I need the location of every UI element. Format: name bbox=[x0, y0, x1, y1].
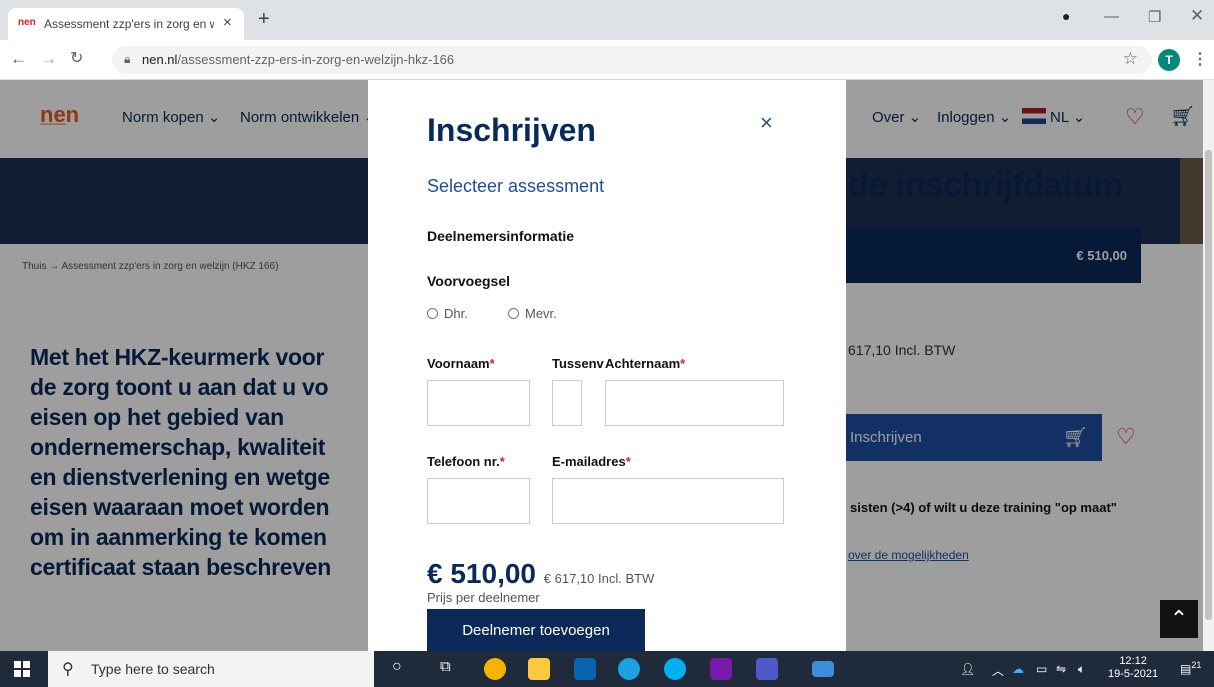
teams-icon[interactable] bbox=[756, 658, 778, 680]
tussenvoegsel-label: Tussenv bbox=[552, 356, 604, 371]
restore-icon[interactable]: ❐ bbox=[1148, 8, 1161, 26]
add-participant-button[interactable]: Deelnemer toevoegen bbox=[427, 609, 645, 651]
close-window-icon[interactable]: ✕ bbox=[1190, 6, 1204, 26]
prefix-label: Voorvoegsel bbox=[427, 273, 510, 289]
url-path: /assessment-zzp-ers-in-zorg-en-welzijn-h… bbox=[177, 52, 455, 67]
back-icon[interactable]: ← bbox=[10, 50, 27, 68]
close-icon[interactable]: × bbox=[760, 110, 773, 136]
url-text: nen.nl/assessment-zzp-ers-in-zorg-en-wel… bbox=[142, 52, 454, 67]
achternaam-input[interactable] bbox=[605, 380, 784, 426]
file-explorer-icon[interactable] bbox=[528, 658, 550, 680]
section-heading: Deelnemersinformatie bbox=[427, 228, 575, 244]
new-tab-button[interactable]: + bbox=[258, 9, 270, 29]
people-icon[interactable]: 👤︎ bbox=[960, 662, 975, 676]
modal-subtitle[interactable]: Selecteer assessment bbox=[427, 176, 604, 197]
taskbar-clock[interactable]: 12:12 19-5-2021 bbox=[1108, 655, 1158, 681]
skype-icon[interactable] bbox=[664, 658, 686, 680]
edge-icon[interactable] bbox=[618, 658, 640, 680]
price-per-participant: Prijs per deelnemer bbox=[427, 590, 540, 605]
network-icon[interactable]: ⇋ bbox=[1056, 662, 1066, 676]
onedrive-icon[interactable]: ☁ bbox=[1012, 662, 1024, 676]
task-view-icon[interactable]: ⧉ bbox=[440, 658, 451, 675]
clock-time: 12:12 bbox=[1119, 655, 1147, 667]
lock-icon: 🔒︎ bbox=[124, 52, 131, 66]
voornaam-input[interactable] bbox=[427, 380, 530, 426]
radio-circle-icon bbox=[427, 308, 438, 319]
voornaam-label: Voornaam* bbox=[427, 356, 495, 371]
clock-date: 19-5-2021 bbox=[1108, 668, 1159, 680]
windows-start-icon[interactable] bbox=[14, 661, 30, 677]
radio-circle-icon bbox=[508, 308, 519, 319]
taskbar-search[interactable]: ⚲ Type here to search bbox=[48, 651, 374, 687]
chrome-icon[interactable] bbox=[484, 658, 506, 680]
email-label: E-mailadres* bbox=[552, 454, 631, 469]
radio-dhr-label: Dhr. bbox=[444, 306, 468, 321]
tussenvoegsel-input[interactable] bbox=[552, 380, 582, 426]
search-icon: ⚲ bbox=[62, 661, 74, 678]
profile-indicator-icon[interactable]: ● bbox=[1062, 8, 1070, 24]
telefoon-input[interactable] bbox=[427, 478, 530, 524]
forward-icon[interactable]: → bbox=[40, 50, 57, 68]
reload-icon[interactable]: ↻ bbox=[70, 50, 83, 68]
address-bar[interactable]: 🔒︎ nen.nl/assessment-zzp-ers-in-zorg-en-… bbox=[112, 46, 1152, 74]
scrollbar-thumb[interactable] bbox=[1205, 150, 1212, 620]
price-incl-btw: € 617,10 Incl. BTW bbox=[543, 571, 655, 586]
radio-mevr-label: Mevr. bbox=[525, 306, 557, 321]
volume-icon[interactable]: 🔈︎ bbox=[1078, 662, 1085, 677]
app-window-icon[interactable] bbox=[812, 661, 834, 677]
nen-favicon-icon: nen bbox=[18, 17, 36, 28]
radio-mevr[interactable]: Mevr. bbox=[508, 306, 557, 321]
cortana-icon[interactable]: ○ bbox=[392, 658, 402, 676]
search-placeholder: Type here to search bbox=[91, 661, 215, 677]
minimize-icon[interactable]: — bbox=[1104, 8, 1119, 25]
bookmark-star-icon[interactable]: ☆ bbox=[1123, 49, 1138, 69]
modal-title: Inschrijven bbox=[427, 112, 596, 148]
telefoon-label: Telefoon nr.* bbox=[427, 454, 505, 469]
menu-dots-icon[interactable]: ⋮ bbox=[1192, 49, 1208, 69]
browser-tab[interactable]: nen Assessment zzp'ers in zorg en welzij… bbox=[8, 8, 244, 40]
url-domain: nen.nl bbox=[142, 52, 178, 67]
email-input[interactable] bbox=[552, 478, 784, 524]
modal-price: € 510,00 € 617,10 Incl. BTW bbox=[427, 558, 654, 590]
scroll-to-top-button[interactable]: ⌃ bbox=[1160, 600, 1198, 638]
achternaam-label: Achternaam* bbox=[605, 356, 686, 371]
battery-icon[interactable]: ▭ bbox=[1036, 662, 1047, 676]
price-value: € 510,00 bbox=[427, 558, 536, 589]
outlook-icon[interactable] bbox=[574, 658, 596, 680]
web-page: n̲e̲n Norm kopen ⌄ Norm ontwikkelen ⌄ Ov… bbox=[0, 80, 1203, 651]
tray-chevron-icon[interactable]: ︿ bbox=[992, 662, 1004, 679]
tab-close-icon[interactable]: × bbox=[223, 14, 232, 31]
notifications-icon[interactable]: ▤21 bbox=[1180, 660, 1201, 676]
radio-dhr[interactable]: Dhr. bbox=[427, 306, 468, 321]
tab-title: Assessment zzp'ers in zorg en welzijn bbox=[44, 17, 214, 31]
inschrijven-modal: Inschrijven × Selecteer assessment Deeln… bbox=[368, 80, 846, 651]
profile-avatar[interactable]: T bbox=[1158, 49, 1180, 71]
onenote-icon[interactable] bbox=[710, 658, 732, 680]
